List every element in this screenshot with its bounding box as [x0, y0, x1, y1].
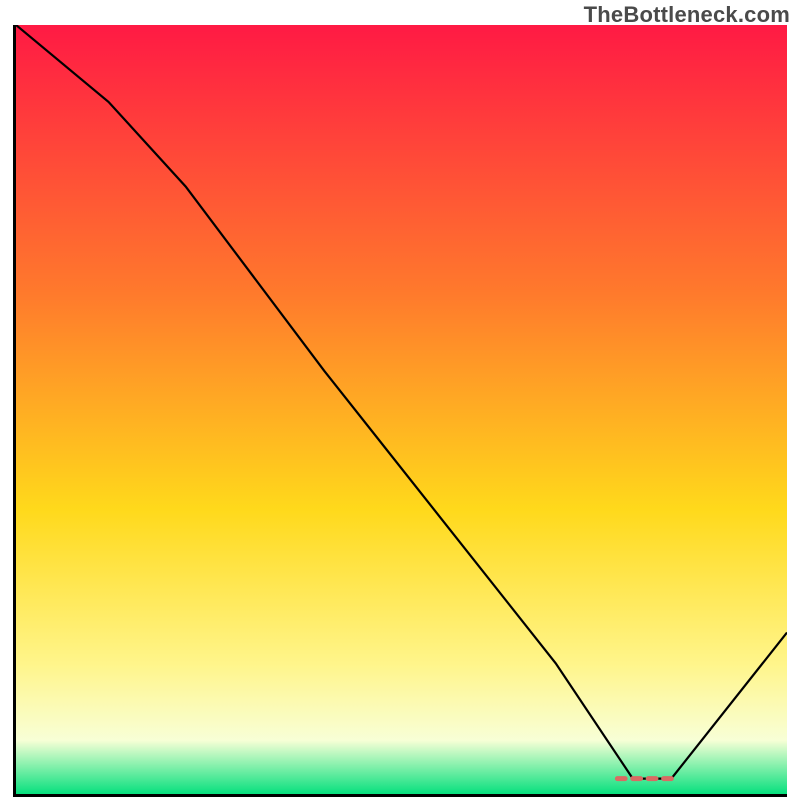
- plot-svg: [16, 25, 787, 794]
- chart-canvas: TheBottleneck.com: [0, 0, 800, 800]
- plot-area: [13, 25, 787, 797]
- gradient-background: [16, 25, 787, 794]
